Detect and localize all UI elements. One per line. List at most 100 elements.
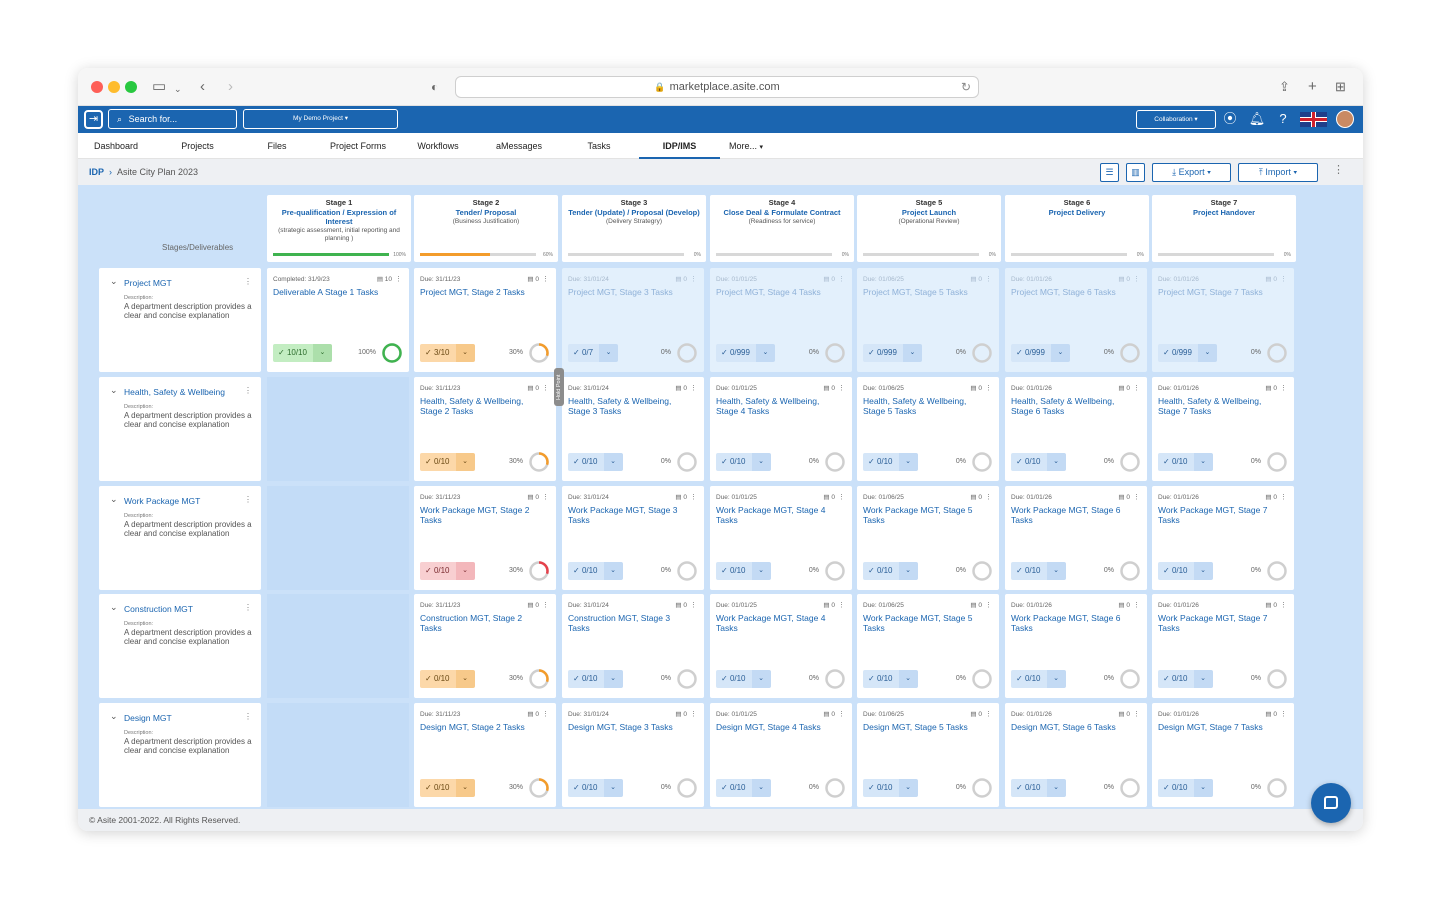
comments-count[interactable]: ▤ 0 <box>970 384 982 392</box>
card-menu-icon[interactable]: ⋮ <box>1133 601 1140 609</box>
task-count-dropdown[interactable]: ✓ 0/10 ⌄ <box>1011 670 1066 688</box>
deliverable-card[interactable]: Due: 31/01/24 ▤ 0 ⋮ Design MGT, Stage 3 Tas… <box>562 703 704 807</box>
deliverable-card[interactable]: Due: 31/11/23 ▤ 0 ⋮ Health, Safety & Wellbe… <box>414 377 556 481</box>
chevron-down-icon[interactable]: ⌄ <box>110 276 118 287</box>
card-menu-icon[interactable]: ⋮ <box>1133 710 1140 718</box>
help-icon[interactable]: ? <box>1274 110 1292 128</box>
tab-workflows[interactable]: Workflows <box>409 133 467 159</box>
chevron-down-icon[interactable]: ⌄ <box>174 79 182 99</box>
deliverable-card[interactable]: Completed: 31/9/23 ▤ 10 ⋮ Deliverable A Sta… <box>267 268 409 372</box>
card-menu-icon[interactable]: ⋮ <box>985 275 992 283</box>
list-view-button[interactable]: ☰ <box>1100 163 1119 182</box>
deliverable-card[interactable]: Due: 31/11/23 ▤ 0 ⋮ Construction MGT, Stage… <box>414 594 556 698</box>
chevron-down-icon[interactable]: ⌄ <box>751 453 771 471</box>
task-count-dropdown[interactable]: ✓ 0/10 ⌄ <box>1011 779 1066 797</box>
deliverable-title[interactable]: Work Package MGT, Stage 4 Tasks <box>716 613 840 633</box>
task-count-dropdown[interactable]: ✓ 0/10 ⌄ <box>568 670 623 688</box>
comments-count[interactable]: ▤ 0 <box>970 601 982 609</box>
address-bar[interactable]: 🔒 marketplace.asite.com ↻ <box>455 76 979 98</box>
stage-header[interactable]: Stage 3 Tender (Update) / Proposal (Devel… <box>562 195 706 262</box>
department-menu-icon[interactable]: ⋮ <box>244 277 252 286</box>
deliverable-card[interactable]: Due: 01/01/26 ▤ 0 ⋮ Work Package MGT, Stage… <box>1005 486 1147 590</box>
chevron-down-icon[interactable]: ⌄ <box>902 344 922 362</box>
comments-count[interactable]: ▤ 0 <box>1265 493 1277 501</box>
forward-icon[interactable]: › <box>228 77 233 97</box>
project-selector[interactable]: My Demo Project ▾ <box>243 109 398 129</box>
deliverable-title[interactable]: Deliverable A Stage 1 Tasks <box>273 287 397 298</box>
deliverable-title[interactable]: Project MGT, Stage 7 Tasks <box>1158 287 1282 298</box>
chevron-down-icon[interactable]: ⌄ <box>898 453 918 471</box>
task-count-dropdown[interactable]: ✓ 0/999 ⌄ <box>863 344 922 362</box>
deliverable-card[interactable]: Due: 01/01/26 ▤ 0 ⋮ Design MGT, Stage 7 Tas… <box>1152 703 1294 807</box>
tab-projects[interactable]: Projects <box>170 133 225 159</box>
task-count-dropdown[interactable]: ✓ 0/10 ⌄ <box>420 779 475 797</box>
deliverable-title[interactable]: Design MGT, Stage 7 Tasks <box>1158 722 1282 733</box>
comments-count[interactable]: ▤ 10 <box>377 275 392 283</box>
stage-header[interactable]: Stage 6 Project Delivery 0% <box>1005 195 1149 262</box>
chevron-down-icon[interactable]: ⌄ <box>1193 670 1213 688</box>
search-input[interactable]: ⌕ Search for... <box>108 109 237 129</box>
board-view-button[interactable]: ▥ <box>1126 163 1145 182</box>
chevron-down-icon[interactable]: ⌄ <box>1193 562 1213 580</box>
deliverable-title[interactable]: Work Package MGT, Stage 7 Tasks <box>1158 505 1282 525</box>
task-count-dropdown[interactable]: ✓ 10/10 ⌄ <box>273 344 332 362</box>
comments-count[interactable]: ▤ 0 <box>823 275 835 283</box>
card-menu-icon[interactable]: ⋮ <box>542 384 549 392</box>
chevron-down-icon[interactable]: ⌄ <box>1046 779 1066 797</box>
tab-project-forms[interactable]: Project Forms <box>322 133 394 159</box>
task-count-dropdown[interactable]: ✓ 0/10 ⌄ <box>568 453 623 471</box>
task-count-dropdown[interactable]: ✓ 0/10 ⌄ <box>568 562 623 580</box>
chevron-down-icon[interactable]: ⌄ <box>312 344 332 362</box>
card-menu-icon[interactable]: ⋮ <box>690 493 697 501</box>
deliverable-title[interactable]: Health, Safety & Wellbeing, Stage 3 Task… <box>568 396 692 416</box>
shield-icon[interactable]: ◐ <box>431 77 438 97</box>
deliverable-card[interactable]: Due: 01/01/26 ▤ 0 ⋮ Work Package MGT, Stage… <box>1005 594 1147 698</box>
deliverable-card[interactable]: Due: 31/11/23 ▤ 0 ⋮ Work Package MGT, Stage… <box>414 486 556 590</box>
close-window-button[interactable] <box>91 81 103 93</box>
task-count-dropdown[interactable]: ✓ 0/10 ⌄ <box>568 779 623 797</box>
department-row-header[interactable]: ⌄ Health, Safety & Wellbeing ⋮ Description:… <box>99 377 261 481</box>
chevron-down-icon[interactable]: ⌄ <box>110 385 118 396</box>
department-menu-icon[interactable]: ⋮ <box>244 603 252 612</box>
department-row-header[interactable]: ⌄ Design MGT ⋮ Description: A department des… <box>99 703 261 807</box>
chat-button[interactable] <box>1311 783 1351 823</box>
chevron-down-icon[interactable]: ⌄ <box>751 779 771 797</box>
deliverable-card[interactable]: Due: 01/06/25 ▤ 0 ⋮ Project MGT, Stage 5 Ta… <box>857 268 999 372</box>
card-menu-icon[interactable]: ⋮ <box>985 601 992 609</box>
breadcrumb-root[interactable]: IDP <box>89 167 104 177</box>
stage-header[interactable]: Stage 5 Project Launch (Operational Review… <box>857 195 1001 262</box>
card-menu-icon[interactable]: ⋮ <box>690 384 697 392</box>
card-menu-icon[interactable]: ⋮ <box>838 493 845 501</box>
deliverable-title[interactable]: Work Package MGT, Stage 6 Tasks <box>1011 613 1135 633</box>
uk-flag-icon[interactable] <box>1300 112 1327 127</box>
comments-count[interactable]: ▤ 0 <box>675 493 687 501</box>
deliverable-card[interactable]: Due: 01/01/25 ▤ 0 ⋮ Work Package MGT, Stage… <box>710 594 852 698</box>
deliverable-card[interactable]: Due: 01/01/26 ▤ 0 ⋮ Project MGT, Stage 6 Ta… <box>1005 268 1147 372</box>
tab-more[interactable]: More... ▾ <box>721 133 771 159</box>
import-button[interactable]: ⤒ Import ▾ <box>1238 163 1318 182</box>
chevron-down-icon[interactable]: ⌄ <box>455 453 475 471</box>
deliverable-card[interactable]: Due: 01/01/25 ▤ 0 ⋮ Health, Safety & Wellbe… <box>710 377 852 481</box>
comments-count[interactable]: ▤ 0 <box>823 384 835 392</box>
deliverable-card[interactable]: Due: 31/01/24 ▤ 0 ⋮ Project MGT, Stage 3 Ta… <box>562 268 704 372</box>
task-count-dropdown[interactable]: ✓ 0/7 ⌄ <box>568 344 619 362</box>
bell-icon[interactable]: 🔔︎ <box>1248 110 1266 128</box>
deliverable-title[interactable]: Project MGT, Stage 2 Tasks <box>420 287 544 298</box>
card-menu-icon[interactable]: ⋮ <box>1280 601 1287 609</box>
task-count-dropdown[interactable]: ✓ 0/10 ⌄ <box>863 779 918 797</box>
card-menu-icon[interactable]: ⋮ <box>542 710 549 718</box>
card-menu-icon[interactable]: ⋮ <box>1133 384 1140 392</box>
department-name[interactable]: Project MGT <box>124 278 172 288</box>
comments-count[interactable]: ▤ 0 <box>1265 275 1277 283</box>
deliverable-card[interactable]: Due: 31/11/23 ▤ 0 ⋮ Design MGT, Stage 2 Tas… <box>414 703 556 807</box>
new-tab-icon[interactable]: + <box>1308 77 1317 97</box>
task-count-dropdown[interactable]: ✓ 0/10 ⌄ <box>716 453 771 471</box>
task-count-dropdown[interactable]: ✓ 0/10 ⌄ <box>420 562 475 580</box>
comments-count[interactable]: ▤ 0 <box>1265 710 1277 718</box>
deliverable-title[interactable]: Project MGT, Stage 5 Tasks <box>863 287 987 298</box>
comments-count[interactable]: ▤ 0 <box>1265 601 1277 609</box>
tab-files[interactable]: Files <box>259 133 295 159</box>
comments-count[interactable]: ▤ 0 <box>823 493 835 501</box>
deliverable-card[interactable]: Due: 01/01/26 ▤ 0 ⋮ Health, Safety & Wellbe… <box>1005 377 1147 481</box>
comments-count[interactable]: ▤ 0 <box>970 493 982 501</box>
